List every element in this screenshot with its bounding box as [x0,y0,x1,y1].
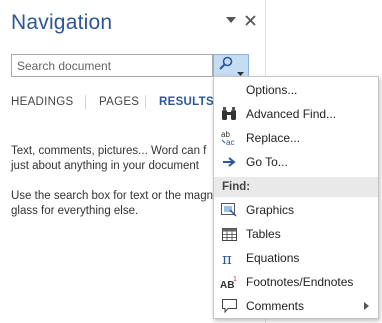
search-button[interactable] [213,54,249,77]
menu-item-label: Tables [246,227,281,241]
arrow-right-icon [214,150,244,174]
graphics-icon [214,198,244,222]
search-options-menu: Options... Advanced Find... ab ac Replac… [213,76,379,319]
menu-item-replace[interactable]: ab ac Replace... [214,126,378,150]
menu-item-equations[interactable]: π Equations [214,246,378,270]
tab-divider [145,95,146,109]
menu-item-tables[interactable]: Tables [214,222,378,246]
menu-item-go-to[interactable]: Go To... [214,150,378,174]
menu-item-label: Go To... [246,155,288,169]
comment-icon [214,294,244,318]
pi-icon: π [214,246,244,270]
svg-text:1: 1 [233,276,237,283]
footnote-icon: AB 1 [214,270,244,294]
replace-icon: ab ac [214,126,244,150]
pane-options-dropdown-icon[interactable] [225,14,237,26]
svg-text:π: π [222,251,232,265]
menu-item-footnotes-endnotes[interactable]: AB 1 Footnotes/Endnotes [214,270,378,294]
close-icon[interactable] [243,12,257,28]
menu-item-label: Footnotes/Endnotes [246,275,354,289]
search-input[interactable] [11,54,213,77]
tab-headings[interactable]: HEADINGS [11,92,73,112]
menu-item-label: Advanced Find... [246,107,337,121]
tab-pages[interactable]: PAGES [99,92,139,112]
table-icon [214,222,244,246]
tab-divider [85,95,86,109]
menu-section-header: Find: [214,177,378,197]
menu-item-label: Equations [246,251,300,265]
menu-item-label: Graphics [246,203,295,217]
pane-title: Navigation [11,11,113,34]
menu-item-options[interactable]: Options... [214,78,378,102]
binoculars-icon [214,102,244,126]
menu-item-advanced-find[interactable]: Advanced Find... [214,102,378,126]
menu-item-label: Replace... [246,131,301,145]
magnifier-icon [219,56,233,75]
menu-item-comments[interactable]: Comments [214,294,378,318]
menu-item-label: Options... [246,83,298,97]
menu-item-graphics[interactable]: Graphics [214,198,378,222]
menu-item-label: Comments [246,299,305,313]
svg-text:ac: ac [226,138,234,146]
tab-results[interactable]: RESULTS [159,92,214,112]
submenu-arrow-icon [364,302,369,310]
